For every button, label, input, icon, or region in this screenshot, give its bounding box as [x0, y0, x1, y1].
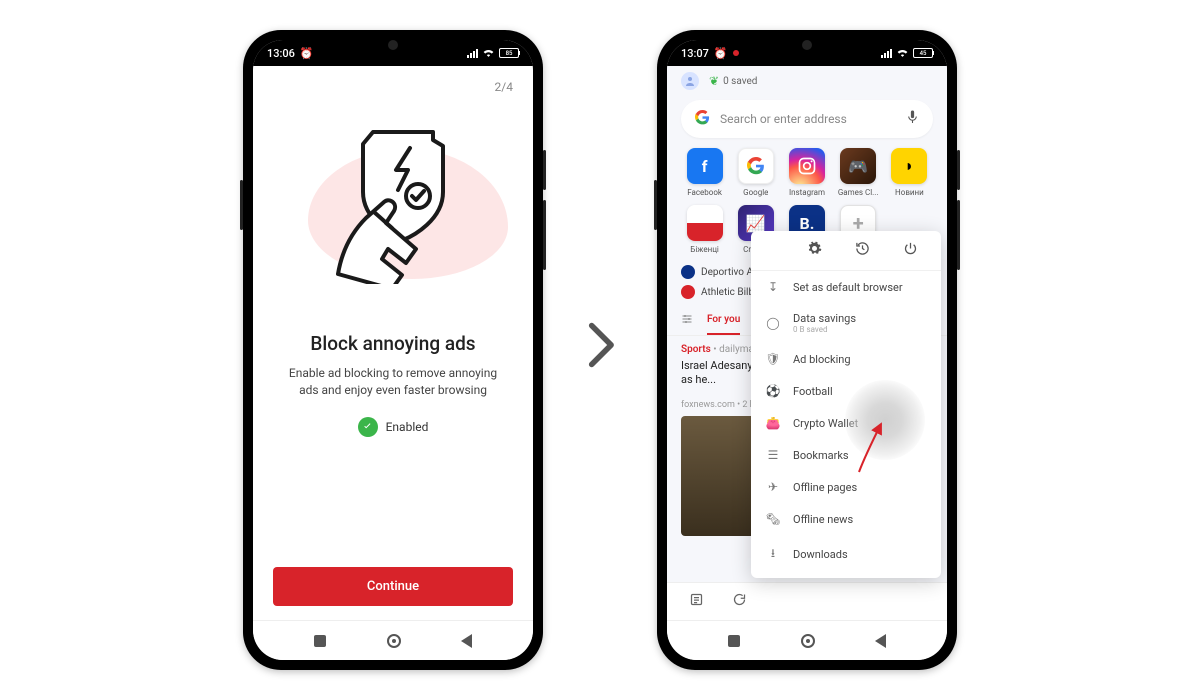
tab-for-you[interactable]: For you — [707, 306, 740, 335]
record-dot-icon — [733, 50, 739, 56]
recents-icon[interactable] — [728, 635, 740, 647]
wallet-icon: 👛 — [765, 416, 781, 430]
gear-icon[interactable] — [807, 241, 822, 260]
speed-dial-google[interactable]: Google — [732, 148, 779, 197]
main-menu-panel: ↧Set as default browser ◯Data savings0 B… — [751, 231, 941, 578]
menu-item-crypto-wallet[interactable]: 👛Crypto Wallet — [751, 407, 941, 439]
menu-item-default-browser[interactable]: ↧Set as default browser — [751, 271, 941, 303]
power-icon[interactable] — [903, 241, 918, 260]
mic-icon[interactable] — [906, 109, 919, 129]
alarm-icon: ⏰ — [714, 47, 728, 60]
wifi-icon — [896, 47, 909, 60]
phone-frame-browser: 13:07 ⏰ 45 ❦ — [657, 30, 957, 670]
back-icon[interactable] — [461, 634, 472, 648]
side-button — [240, 180, 243, 230]
signal-icon — [467, 48, 478, 58]
back-icon[interactable] — [875, 634, 886, 648]
menu-item-bookmarks[interactable]: ☰Bookmarks — [751, 439, 941, 471]
menu-item-downloads[interactable]: ⭳Downloads — [751, 535, 941, 574]
menu-item-offline-pages[interactable]: ✈Offline pages — [751, 471, 941, 503]
onboarding-desc: Enable ad blocking to remove annoying ad… — [273, 365, 513, 399]
android-nav-bar — [253, 620, 533, 660]
phone-frame-onboarding: 13:06 ⏰ 85 2/4 — [243, 30, 543, 670]
search-placeholder: Search or enter address — [720, 112, 896, 126]
camera-notch — [388, 40, 398, 50]
team-badge-icon — [681, 285, 695, 299]
menu-item-ad-blocking[interactable]: 🛡Ad blocking — [751, 343, 941, 375]
adblock-illustration — [273, 94, 513, 304]
home-icon[interactable] — [387, 634, 401, 648]
football-icon: ⚽ — [765, 384, 781, 398]
side-button — [957, 150, 960, 190]
google-logo-icon — [695, 110, 710, 129]
speed-dial-refugees[interactable]: Біженці — [681, 205, 728, 254]
search-bar[interactable]: Search or enter address — [681, 100, 933, 138]
continue-button[interactable]: Continue — [273, 567, 513, 606]
status-time: 13:07 — [681, 47, 709, 60]
team-badge-icon — [681, 265, 695, 279]
status-time: 13:06 — [267, 47, 295, 60]
menu-item-football[interactable]: ⚽Football — [751, 375, 941, 407]
wifi-icon — [482, 47, 495, 60]
leaf-icon: ❦ — [709, 74, 719, 88]
data-saved-badge[interactable]: ❦ 0 saved — [709, 74, 757, 88]
enabled-label: Enabled — [386, 420, 429, 434]
speed-dial-news[interactable]: ◗Новини — [886, 148, 933, 197]
download-icon: ⭳ — [765, 544, 781, 565]
menu-item-data-savings[interactable]: ◯Data savings0 B saved — [751, 303, 941, 343]
reload-icon[interactable] — [732, 592, 747, 611]
tune-icon[interactable] — [681, 313, 693, 328]
alarm-icon: ⏰ — [300, 47, 314, 60]
speed-dial-instagram[interactable]: Instagram — [783, 148, 830, 197]
news-icon: 🗞 — [765, 512, 781, 526]
camera-notch — [802, 40, 812, 50]
browser-toolbar — [667, 582, 947, 620]
signal-icon — [881, 48, 892, 58]
speed-dial-games[interactable]: 🎮Games Cl... — [835, 148, 882, 197]
android-nav-bar — [667, 620, 947, 660]
onboarding-title: Block annoying ads — [273, 332, 513, 355]
menu-item-offline-news[interactable]: 🗞Offline news — [751, 503, 941, 535]
profile-avatar-icon[interactable] — [681, 72, 699, 90]
airplane-icon: ✈ — [765, 480, 781, 494]
default-browser-icon: ↧ — [765, 280, 781, 294]
side-button — [543, 150, 546, 190]
shield-icon: 🛡 — [765, 352, 781, 366]
battery-icon: 45 — [913, 48, 933, 58]
battery-icon: 85 — [499, 48, 519, 58]
bookmarks-icon: ☰ — [765, 448, 781, 462]
side-button — [957, 200, 960, 270]
chevron-right-icon — [583, 320, 617, 381]
home-icon[interactable] — [801, 634, 815, 648]
data-savings-icon: ◯ — [765, 316, 781, 330]
side-button — [543, 200, 546, 270]
recents-icon[interactable] — [314, 635, 326, 647]
reader-icon[interactable] — [689, 592, 704, 611]
side-button — [654, 180, 657, 230]
step-indicator: 2/4 — [273, 80, 513, 94]
check-icon — [358, 417, 378, 437]
speed-dial-facebook[interactable]: fFacebook — [681, 148, 728, 197]
history-icon[interactable] — [855, 241, 870, 260]
